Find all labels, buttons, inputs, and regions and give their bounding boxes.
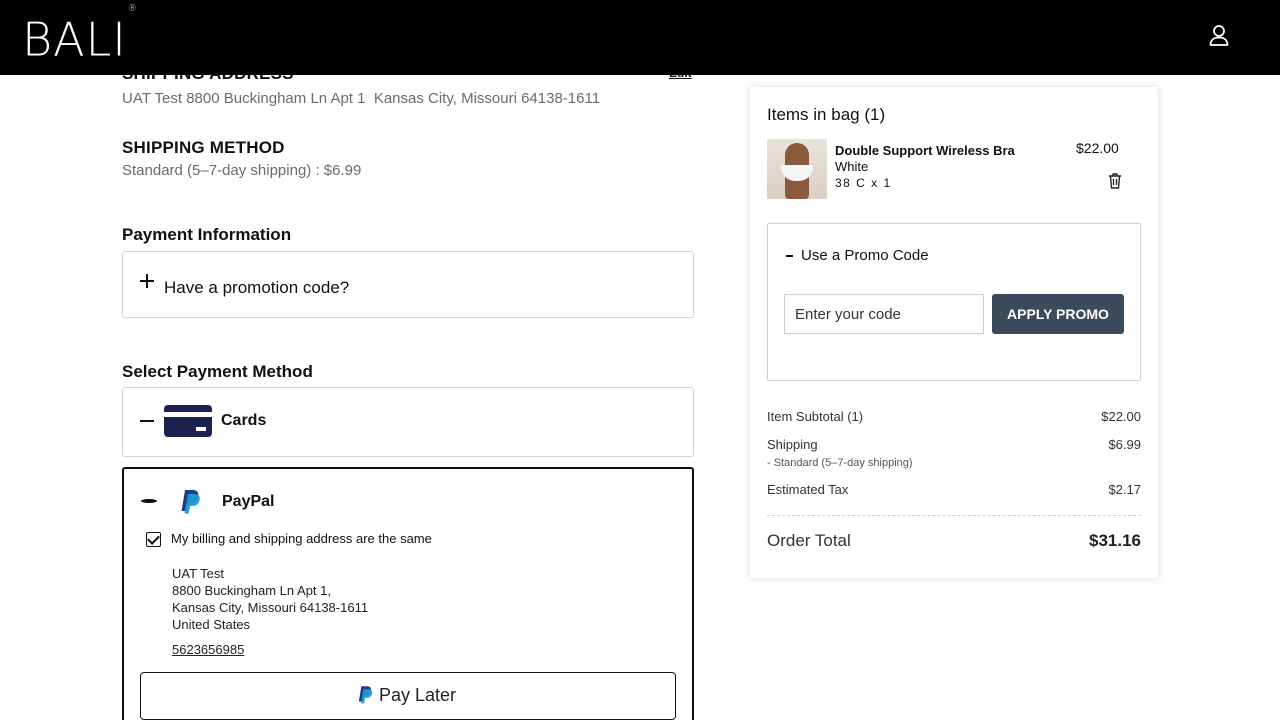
billing-name: UAT Test [172,566,225,581]
site-header: BALI® [0,0,1280,75]
paypal-logo-icon [181,490,200,514]
payment-option-paypal[interactable]: PayPal My billing and shipping address a… [122,467,694,720]
shipping-method-heading: SHIPPING METHOD [122,138,285,157]
order-summary: Items in bag (1) Double Support Wireless… [750,87,1158,578]
shipping-row: Shipping $6.99 [767,437,1141,452]
product-name[interactable]: Double Support Wireless Bra [835,143,1015,158]
billing-country: United States [172,617,251,632]
subtotal-label: Item Subtotal (1) [767,409,864,424]
promo-code-panel: Use a Promo Code APPLY PROMO [767,223,1141,381]
billing-phone-link[interactable]: 5623656985 [172,642,244,657]
collapse-icon[interactable] [786,255,793,257]
logo-registered-mark: ® [127,4,138,14]
tax-label: Estimated Tax [767,482,849,497]
product-color: White [835,159,869,174]
payment-information-heading: Payment Information [122,225,292,244]
promotion-code-label: Have a promotion code? [164,278,350,297]
select-payment-method-heading: Select Payment Method [122,362,313,381]
user-icon [1209,25,1229,46]
promotion-code-toggle[interactable]: Have a promotion code? [122,251,694,318]
shipping-label: Shipping [767,437,818,452]
order-total-label: Order Total [767,531,851,550]
product-size-qty: 38 C x 1 [835,176,892,190]
order-total-value: $31.16 [1089,531,1141,550]
promo-code-title[interactable]: Use a Promo Code [801,247,929,264]
same-address-label: My billing and shipping address are the … [171,531,432,546]
shipping-value: $6.99 [1108,437,1141,452]
pay-later-button[interactable]: Pay Later [140,672,676,720]
same-address-checkbox[interactable] [146,532,161,547]
product-thumbnail[interactable] [767,139,827,199]
collapse-icon [140,420,154,422]
items-in-bag-heading: Items in bag (1) [767,105,886,124]
paypal-logo-icon [358,686,373,704]
billing-line1: 8800 Buckingham Ln Apt 1, [172,583,332,598]
apply-promo-button[interactable]: APPLY PROMO [992,294,1124,334]
paypal-label: PayPal [222,493,275,510]
product-price: $22.00 [1076,140,1119,156]
account-button[interactable] [1206,22,1232,50]
tax-row: Estimated Tax $2.17 [767,482,1141,497]
plus-icon [140,274,154,288]
trash-icon[interactable] [1107,172,1123,189]
shipping-address-value: UAT Test 8800 Buckingham Ln Apt 1 Kansas… [122,90,601,107]
billing-address: UAT Test 8800 Buckingham Ln Apt 1, Kansa… [172,565,368,633]
tax-value: $2.17 [1108,482,1141,497]
payment-option-cards[interactable]: Cards [122,387,694,457]
logo-text: BALI [22,12,127,67]
pay-later-label: Pay Later [379,685,457,705]
order-total-row: Order Total $31.16 [767,531,1141,551]
summary-divider [767,515,1141,516]
subtotal-row: Item Subtotal (1) $22.00 [767,409,1141,424]
promo-code-input[interactable] [784,294,984,334]
paypal-radio[interactable] [141,499,157,503]
shipping-note: - Standard (5–7-day shipping) [767,457,913,469]
bali-logo[interactable]: BALI® [22,4,138,62]
cards-label: Cards [221,412,267,429]
shipping-method-value: Standard (5–7-day shipping) : $6.99 [122,162,362,179]
subtotal-value: $22.00 [1101,409,1141,424]
credit-card-icon [164,405,212,437]
billing-city-line: Kansas City, Missouri 64138-1611 [172,600,369,615]
